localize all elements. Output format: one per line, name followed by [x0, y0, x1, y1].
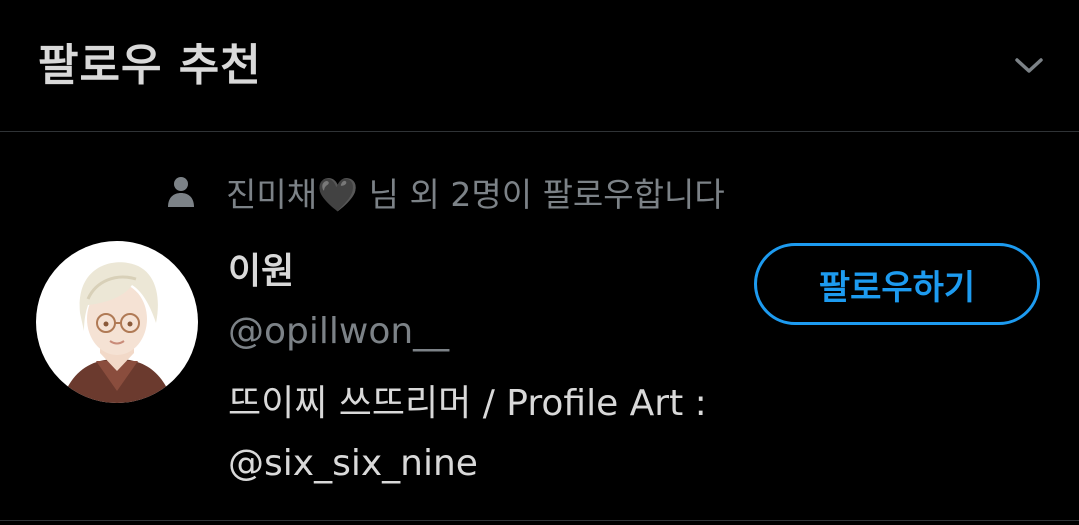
- section-title: 팔로우 추천: [38, 40, 262, 91]
- bio-mention-link[interactable]: @six_six_nine: [228, 434, 808, 494]
- chevron-down-icon[interactable]: [1011, 50, 1047, 80]
- social-context: 진미채🖤 님 외 2명이 팔로우합니다: [166, 172, 725, 214]
- person-icon: [168, 177, 194, 207]
- avatar[interactable]: [36, 241, 198, 403]
- user-bio: 뜨이찌 쓰뜨리머 / Profile Art : @six_six_nine: [228, 374, 808, 494]
- user-handle: @opillwon__: [228, 311, 450, 352]
- divider: [0, 520, 1079, 521]
- follow-suggestion-card[interactable]: 진미채🖤 님 외 2명이 팔로우합니다 이원 @opillwon__ 뜨이찌 쓰…: [0, 132, 1079, 525]
- display-name[interactable]: 이원: [228, 247, 294, 297]
- avatar-illustration: [36, 241, 198, 403]
- follow-button[interactable]: 팔로우하기: [754, 243, 1040, 325]
- who-to-follow-header: 팔로우 추천: [0, 0, 1079, 132]
- social-context-text: 진미채🖤 님 외 2명이 팔로우합니다: [226, 175, 725, 214]
- bio-line: 뜨이찌 쓰뜨리머 / Profile Art :: [228, 383, 707, 424]
